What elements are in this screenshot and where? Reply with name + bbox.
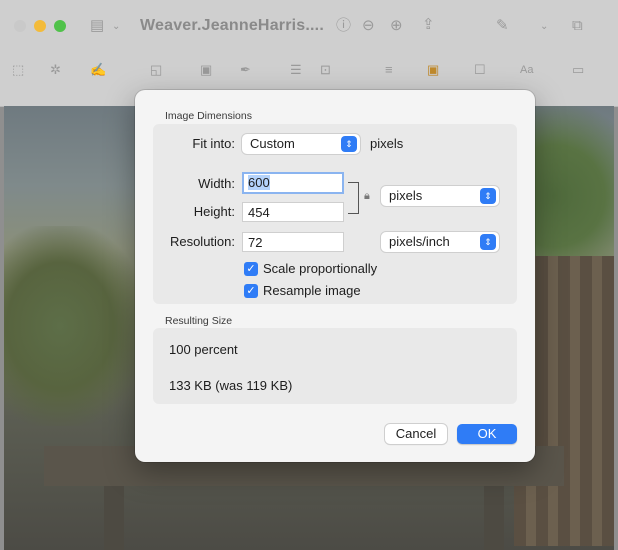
zoom-window-button[interactable] <box>54 20 66 32</box>
window-icon[interactable]: ⧉ <box>572 18 583 34</box>
border-color-icon[interactable]: ▣ <box>427 62 439 78</box>
info-icon[interactable]: ⓘ <box>336 18 351 34</box>
preview-window: ▤ ⌄ Weaver.JeanneHarris.... ⓘ ⊖ ⊕ ⇪ ✎ ⌄ … <box>0 0 618 550</box>
width-label: Width: <box>198 176 235 191</box>
chevron-updown-icon: ⇕ <box>480 234 496 250</box>
text-style-icon[interactable]: Aa <box>520 62 533 78</box>
resample-image-label: Resample image <box>263 283 361 298</box>
text-icon[interactable]: ▣ <box>200 62 212 78</box>
resulting-size-group: 100 percent 133 KB (was 119 KB) <box>153 328 517 404</box>
dimension-unit-value: pixels <box>389 188 423 203</box>
adjust-size-dialog: Image Dimensions Fit into: Custom ⇕ pixe… <box>135 90 535 462</box>
link-bracket <box>348 182 359 214</box>
chevron-down-icon[interactable]: ⌄ <box>540 19 548 35</box>
markup-pen-icon[interactable]: ✎ <box>496 18 509 34</box>
scale-proportionally-label: Scale proportionally <box>263 261 378 276</box>
image-dimensions-group: Fit into: Custom ⇕ pixels Width: 600 Hei… <box>153 124 517 304</box>
rect-selection-icon[interactable]: ⬚ <box>12 62 24 78</box>
dimension-unit-popup[interactable]: pixels ⇕ <box>381 186 499 206</box>
resolution-field[interactable]: 72 <box>242 232 344 252</box>
chevron-updown-icon: ⇕ <box>480 188 496 204</box>
resolution-label: Resolution: <box>169 234 235 249</box>
zoom-in-icon[interactable]: ⊕ <box>390 18 403 34</box>
resample-image-checkbox[interactable]: ✓ <box>244 284 258 298</box>
sketch-icon[interactable]: ✍ <box>90 62 106 78</box>
fill-color-icon[interactable]: ☐ <box>474 62 486 78</box>
chevron-updown-icon: ⇕ <box>341 136 357 152</box>
share-icon[interactable]: ⇪ <box>422 17 435 33</box>
cancel-button[interactable]: Cancel <box>385 424 447 444</box>
resolution-unit-popup[interactable]: pixels/inch ⇕ <box>381 232 499 252</box>
shapes-icon[interactable]: ◱ <box>150 62 162 78</box>
height-field[interactable]: 454 <box>242 202 344 222</box>
window-title: Weaver.JeanneHarris.... <box>140 17 324 34</box>
fit-into-popup[interactable]: Custom ⇕ <box>242 134 360 154</box>
table-leg-left <box>104 486 124 550</box>
fit-into-value: Custom <box>250 136 295 151</box>
align-icon[interactable]: ≡ <box>385 62 393 78</box>
size-text: 133 KB (was 119 KB) <box>169 378 293 393</box>
resolution-unit-value: pixels/inch <box>389 234 450 249</box>
adjust-size-icon[interactable]: ⊡ <box>320 62 331 78</box>
sign-icon[interactable]: ✒ <box>240 62 251 78</box>
adjust-color-icon[interactable]: ☰ <box>290 62 302 78</box>
image-dimensions-title: Image Dimensions <box>165 110 252 122</box>
minimize-window-button[interactable] <box>34 20 46 32</box>
percent-text: 100 percent <box>169 342 238 357</box>
lock-icon[interactable]: 🔒︎ <box>364 190 370 203</box>
width-value: 600 <box>248 175 270 190</box>
sidebar-icon[interactable]: ▤ <box>90 18 104 34</box>
fit-into-label: Fit into: <box>192 136 235 151</box>
scale-proportionally-checkbox[interactable]: ✓ <box>244 262 258 276</box>
width-field[interactable]: 600 <box>242 172 344 194</box>
chevron-down-icon[interactable]: ⌄ <box>112 19 120 35</box>
note-icon[interactable]: ▭ <box>572 62 584 78</box>
zoom-out-icon[interactable]: ⊖ <box>362 18 375 34</box>
instant-alpha-icon[interactable]: ✲ <box>50 62 61 78</box>
height-label: Height: <box>193 204 235 219</box>
ok-button[interactable]: OK <box>457 424 517 444</box>
close-window-button[interactable] <box>14 20 26 32</box>
table-leg-right <box>484 486 504 550</box>
resulting-size-title: Resulting Size <box>165 315 233 327</box>
traffic-lights <box>14 20 66 32</box>
trees-shape <box>4 226 144 426</box>
fit-into-unit: pixels <box>370 136 404 151</box>
